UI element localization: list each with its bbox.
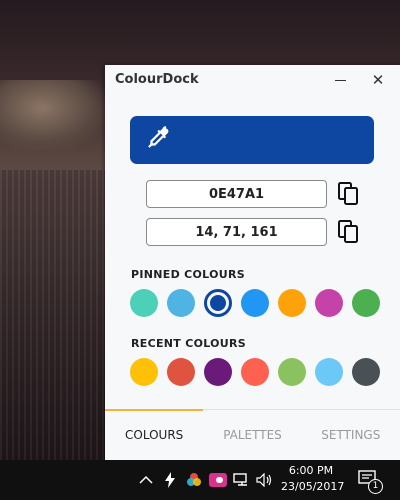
action-center-button[interactable]: 1 — [357, 469, 383, 494]
copy-icon — [338, 182, 358, 205]
speaker-icon — [256, 473, 272, 487]
network-button[interactable] — [232, 470, 252, 490]
volume-button[interactable] — [255, 470, 275, 490]
recent-colour-swatch[interactable] — [278, 358, 306, 386]
tray-app-bolt[interactable] — [160, 470, 180, 490]
colour-wheel-icon — [187, 473, 201, 486]
copy-rgb-button[interactable] — [337, 218, 361, 246]
taskbar: 6:00 PM 23/05/2017 1 — [0, 460, 400, 500]
recent-colour-swatch[interactable] — [204, 358, 232, 386]
minimize-button[interactable] — [320, 65, 360, 95]
rgb-value-field[interactable]: 14, 71, 161 — [146, 218, 327, 246]
close-icon: ✕ — [371, 71, 385, 89]
wallpaper-water — [0, 170, 105, 460]
eyedropper-icon — [145, 125, 171, 155]
colourdock-window: ColourDock ✕ 0E47A1 14, 71, 161 PINNED C… — [105, 65, 400, 460]
close-button[interactable]: ✕ — [358, 65, 398, 95]
window-title: ColourDock — [115, 72, 199, 87]
tab-palettes[interactable]: PALETTES — [203, 410, 301, 460]
pinned-colour-swatch[interactable] — [241, 289, 269, 317]
recent-colour-swatch[interactable] — [315, 358, 343, 386]
recent-colour-swatch[interactable] — [167, 358, 195, 386]
pinned-colour-swatch[interactable] — [204, 289, 232, 317]
lightning-icon — [165, 472, 175, 488]
tray-app-toggle[interactable] — [208, 470, 228, 490]
bottom-tab-bar: COLOURS PALETTES SETTINGS — [105, 409, 400, 460]
minimize-icon — [334, 79, 346, 81]
pinned-colour-swatch[interactable] — [130, 289, 158, 317]
chevron-up-icon — [139, 475, 153, 484]
copy-hex-button[interactable] — [337, 180, 361, 208]
recent-colours-row — [130, 358, 380, 386]
recent-colour-swatch[interactable] — [241, 358, 269, 386]
pinned-colours-row — [130, 289, 380, 317]
pinned-colour-swatch[interactable] — [278, 289, 306, 317]
wallpaper-rock — [0, 80, 105, 150]
pinned-colour-swatch[interactable] — [167, 289, 195, 317]
pinned-colour-swatch[interactable] — [315, 289, 343, 317]
show-hidden-icons-button[interactable] — [136, 470, 156, 490]
tray-app-colour-wheel[interactable] — [184, 470, 204, 490]
toggle-icon — [209, 473, 227, 487]
recent-colour-swatch[interactable] — [130, 358, 158, 386]
recent-colour-swatch[interactable] — [352, 358, 380, 386]
clock-date: 23/05/2017 — [281, 480, 345, 493]
hex-value-field[interactable]: 0E47A1 — [146, 180, 327, 208]
title-bar[interactable]: ColourDock ✕ — [105, 65, 400, 95]
copy-icon — [338, 220, 358, 243]
notification-count-badge: 1 — [368, 479, 383, 494]
colour-picker-button[interactable] — [130, 116, 374, 164]
tab-colours[interactable]: COLOURS — [105, 409, 204, 460]
clock-time: 6:00 PM — [288, 464, 334, 477]
pinned-colours-heading: PINNED COLOURS — [131, 268, 245, 281]
pinned-colour-swatch[interactable] — [352, 289, 380, 317]
recent-colours-heading: RECENT COLOURS — [131, 337, 247, 350]
tab-settings[interactable]: SETTINGS — [302, 410, 400, 460]
network-icon — [233, 473, 247, 486]
system-clock[interactable]: 6:00 PM 23/05/2017 — [281, 463, 345, 495]
